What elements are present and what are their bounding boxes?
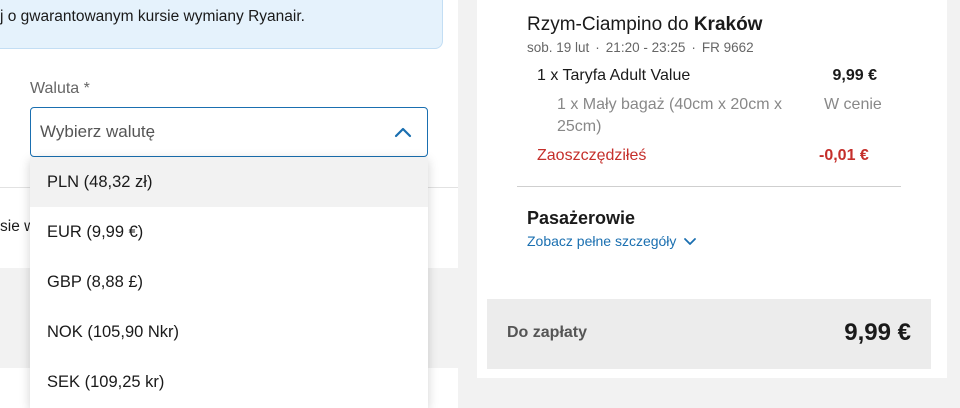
flight-time: 21:20 - 23:25 [605,40,686,55]
route-destination: Kraków [693,14,763,35]
info-banner-text: j o gwarantowanym kursie wymiany Ryanair… [0,8,305,25]
currency-option-eur[interactable]: EUR (9,99 €) [30,207,428,257]
route-origin-text: Rzym-Ciampino do [527,14,694,35]
currency-option-sek[interactable]: SEK (109,25 kr) [30,357,428,407]
total-payment-box: Do zapłaty 9,99 € [487,299,931,369]
fare-label: 1 x Taryfa Adult Value [537,67,691,84]
currency-option-nok[interactable]: NOK (105,90 Nkr) [30,307,428,357]
bag-label: 1 x Mały bagaż (40cm x 20cm x 25cm) [557,96,782,135]
flight-route: Rzym-Ciampino do Kraków [527,14,762,36]
savings-amount: -0,01 € [819,147,869,164]
passengers-heading: Pasażerowie [527,208,636,228]
fare-line-item: 1 x Taryfa Adult Value 9,99 € [537,67,877,87]
currency-select-placeholder: Wybierz walutę [40,122,156,141]
currency-field-label: Waluta * [30,80,90,97]
booking-summary-card: Rzym-Ciampino do Kraków sob. 19 lut · 21:2… [477,0,947,378]
currency-option-gbp[interactable]: GBP (8,88 £) [30,257,428,307]
total-price: 9,99 € [844,319,911,346]
fare-price: 9,99 € [832,67,877,84]
chevron-down-icon [684,238,697,245]
currency-option-pln[interactable]: PLN (48,32 zł) [30,157,428,207]
flight-date: sob. 19 lut [527,40,590,55]
currency-select[interactable]: Wybierz walutę [30,107,428,157]
summary-divider [517,186,901,187]
currency-dropdown-list: PLN (48,32 zł) EUR (9,99 €) GBP (8,88 £)… [30,157,428,408]
bag-price: W cenie [824,96,882,113]
passenger-details-link-text: Zobacz pełne szczegóły [527,233,677,249]
total-label: Do zapłaty [507,324,588,341]
flight-number: FR 9662 [701,40,754,55]
savings-label: Zaoszczędziłeś [537,147,647,164]
exchange-rate-info-banner: j o gwarantowanym kursie wymiany Ryanair… [0,0,443,49]
chevron-up-icon[interactable] [391,121,415,145]
passenger-details-link[interactable]: Zobacz pełne szczegóły [527,233,698,249]
flight-meta: sob. 19 lut · 21:20 - 23:25 · FR 9662 [527,40,754,55]
